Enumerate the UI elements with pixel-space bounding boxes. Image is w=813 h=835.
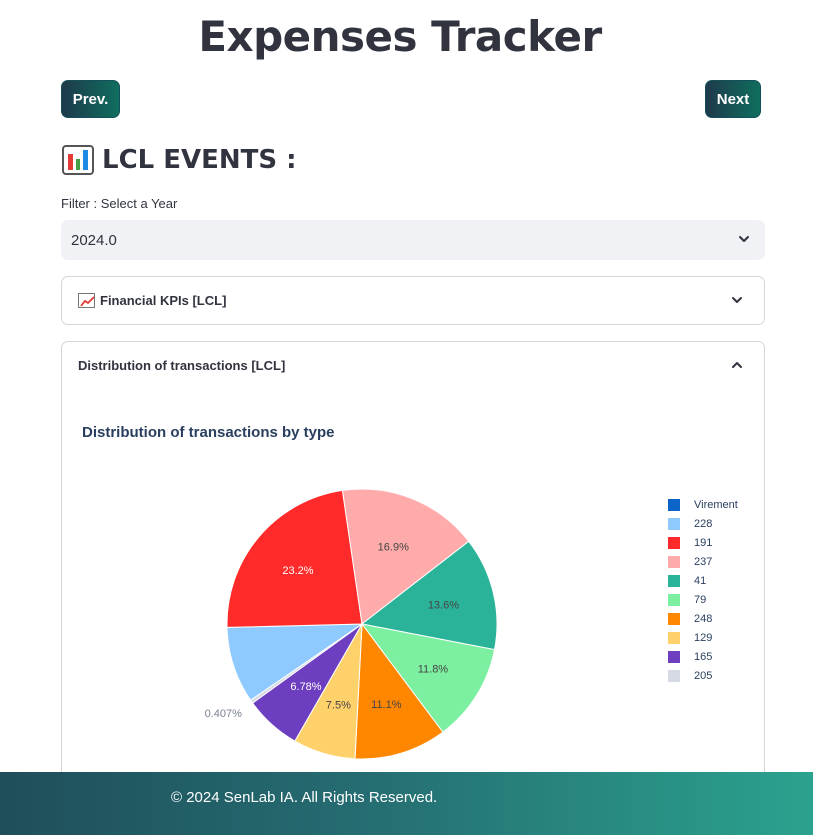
pie-chart: 23.2% 16.9% 13.6% 11.8% 11.1% 7.5% 6.78% 0.407%: [205, 488, 498, 760]
filter-label: Filter : Select a Year: [61, 196, 178, 211]
year-select[interactable]: 2024.0: [61, 220, 765, 260]
legend-item[interactable]: 205: [668, 666, 738, 685]
legend-swatch: [668, 593, 680, 606]
footer: © 2024 SenLab IA. All Rights Reserved.: [0, 772, 813, 835]
legend-label: 165: [694, 650, 713, 663]
pie-label-205: 0.407%: [205, 708, 243, 720]
footer-text: © 2024 SenLab IA. All Rights Reserved.: [171, 789, 438, 806]
legend-swatch: [668, 536, 680, 549]
legend-swatch: [668, 498, 680, 511]
chevron-down-icon: [732, 297, 742, 303]
prev-button[interactable]: Prev.: [61, 80, 120, 118]
legend-swatch: [668, 555, 680, 568]
expander-header[interactable]: Financial KPIs [LCL]: [78, 277, 748, 324]
section-title: LCL EVENTS :: [102, 145, 297, 175]
expander-title: Financial KPIs [LCL]: [100, 293, 227, 308]
page-title: Expenses Tracker: [198, 12, 602, 61]
financial-kpis-expander[interactable]: Financial KPIs [LCL]: [61, 276, 765, 325]
legend-swatch: [668, 612, 680, 625]
legend-item[interactable]: Virement: [668, 495, 738, 514]
legend-label: 228: [694, 517, 713, 530]
chart-legend: Virement 228 191 237 41 79 248 129 165 205: [668, 495, 738, 685]
pie-label-41: 13.6%: [428, 600, 459, 612]
legend-item[interactable]: 41: [668, 571, 738, 590]
chart-increasing-icon: [78, 293, 95, 308]
legend-swatch: [668, 517, 680, 530]
bar-chart-icon: [62, 145, 94, 175]
distribution-expander[interactable]: Distribution of transactions [LCL] Distr…: [61, 341, 765, 801]
legend-item[interactable]: 165: [668, 647, 738, 666]
legend-item[interactable]: 237: [668, 552, 738, 571]
legend-swatch: [668, 631, 680, 644]
legend-item[interactable]: 191: [668, 533, 738, 552]
pie-label-248: 11.1%: [371, 699, 402, 711]
legend-label: Virement: [694, 498, 738, 511]
legend-label: 191: [694, 536, 713, 549]
legend-item[interactable]: 129: [668, 628, 738, 647]
legend-item[interactable]: 228: [668, 514, 738, 533]
legend-label: 41: [694, 574, 707, 587]
legend-swatch: [668, 650, 680, 663]
legend-item[interactable]: 248: [668, 609, 738, 628]
year-select-value: 2024.0: [71, 231, 117, 249]
pie-label-191: 23.2%: [282, 565, 313, 577]
pie-label-237: 16.9%: [378, 541, 409, 553]
legend-label: 129: [694, 631, 713, 644]
legend-label: 79: [694, 593, 707, 606]
legend-swatch: [668, 574, 680, 587]
legend-label: 248: [694, 612, 713, 625]
legend-swatch: [668, 669, 680, 682]
legend-label: 205: [694, 669, 713, 682]
section-heading: LCL EVENTS :: [62, 143, 297, 177]
pie-label-79: 11.8%: [418, 663, 449, 675]
legend-item[interactable]: 79: [668, 590, 738, 609]
pie-label-129: 7.5%: [326, 699, 351, 711]
pie-label-165: 6.78%: [290, 681, 321, 693]
pie-slice-191: [226, 489, 363, 628]
chevron-down-icon: [739, 236, 749, 242]
legend-label: 237: [694, 555, 713, 568]
next-button[interactable]: Next: [705, 80, 761, 118]
